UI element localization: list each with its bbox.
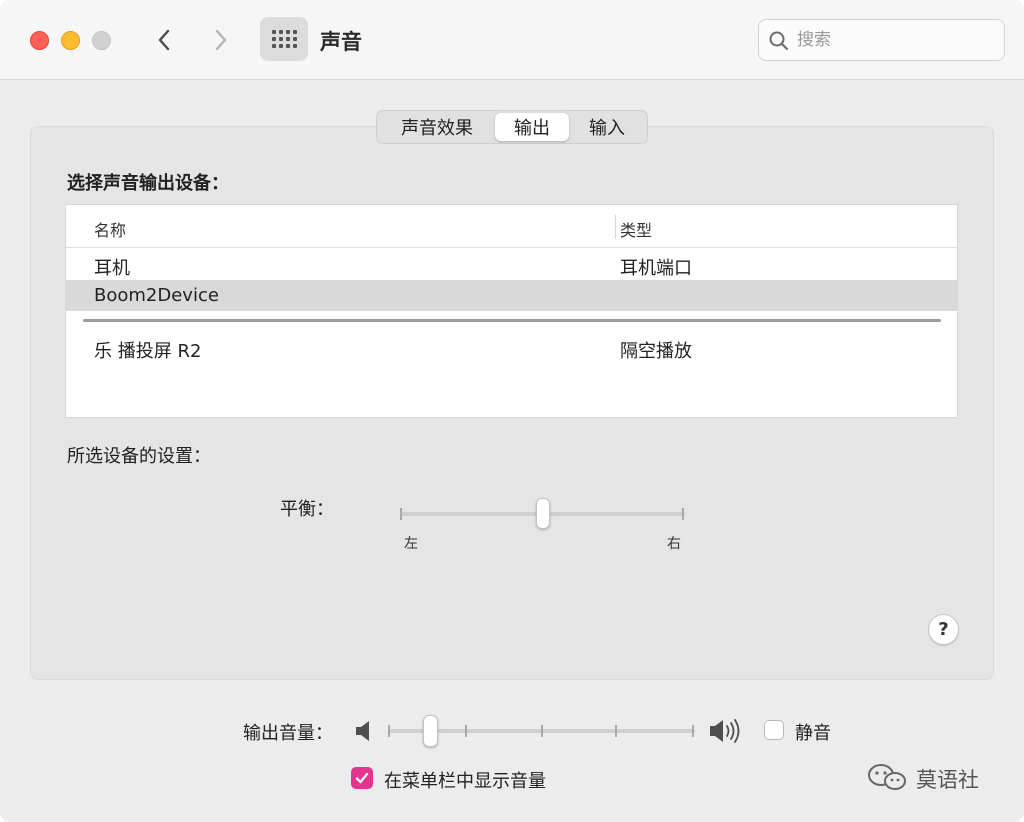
device-type: 耳机端口	[620, 258, 692, 279]
back-button[interactable]	[148, 22, 180, 58]
toolbar: 声音	[0, 0, 1024, 80]
watermark-text: 莫语社	[916, 768, 979, 792]
device-name: Boom2Device	[94, 285, 219, 306]
device-name: 耳机	[94, 258, 130, 279]
select-output-device-label: 选择声音输出设备：	[67, 173, 229, 194]
device-type: 隔空播放	[620, 341, 692, 362]
chevron-left-icon	[158, 29, 170, 51]
search-field[interactable]	[758, 19, 1005, 61]
tab-bar: 声音效果 输出 输入	[376, 110, 648, 144]
checkmark-icon	[355, 772, 369, 784]
output-device-table: 名称 类型 耳机 耳机端口 Boom2Device 乐 播投屏 R2 隔空播放	[65, 204, 958, 418]
balance-tick-right	[682, 508, 684, 520]
output-volume-label: 输出音量：	[243, 723, 333, 744]
show-all-button[interactable]	[260, 17, 308, 61]
window-title: 声音	[320, 30, 362, 54]
close-window-button[interactable]	[30, 31, 49, 50]
tab-sound-effects[interactable]: 声音效果	[379, 113, 495, 141]
column-header-type[interactable]: 类型	[620, 217, 652, 241]
show-volume-in-menu-bar-checkbox[interactable]	[351, 767, 373, 789]
table-row-selected[interactable]: Boom2Device	[66, 280, 957, 311]
volume-tick	[465, 725, 467, 737]
mute-label: 静音	[795, 723, 831, 744]
tab-input[interactable]: 输入	[569, 113, 645, 141]
balance-slider-knob[interactable]	[535, 498, 550, 529]
column-divider[interactable]	[615, 215, 616, 239]
grid-icon	[271, 30, 297, 48]
table-row[interactable]: 乐 播投屏 R2 隔空播放	[66, 332, 957, 363]
minimize-window-button[interactable]	[61, 31, 80, 50]
volume-tick	[615, 725, 617, 737]
chevron-right-icon	[215, 29, 227, 51]
balance-right-label: 右	[667, 536, 681, 552]
balance-tick-left	[400, 508, 402, 520]
search-icon	[769, 31, 789, 51]
forward-button[interactable]	[205, 22, 237, 58]
tab-output[interactable]: 输出	[495, 113, 569, 141]
selected-device-settings-label: 所选设备的设置：	[67, 446, 211, 467]
balance-label: 平衡：	[280, 499, 334, 520]
table-row[interactable]: 耳机 耳机端口	[66, 249, 957, 280]
volume-tick	[388, 725, 390, 737]
sound-preferences-window: 声音 声音效果 输出 输入 选择声音输出设备： 名称 类型 耳机 耳机端口 Bo…	[0, 0, 1024, 822]
column-header-name[interactable]: 名称	[94, 217, 126, 241]
speaker-high-icon	[710, 719, 740, 743]
volume-tick	[692, 725, 694, 737]
balance-left-label: 左	[404, 536, 418, 552]
speaker-low-icon	[356, 721, 369, 741]
table-header: 名称 类型	[66, 205, 957, 248]
help-button[interactable]: ?	[928, 614, 959, 645]
row-separator	[83, 319, 941, 322]
volume-slider-knob[interactable]	[423, 715, 439, 747]
mute-checkbox[interactable]	[764, 720, 784, 740]
show-volume-in-menu-bar-label: 在菜单栏中显示音量	[384, 771, 546, 792]
zoom-window-button[interactable]	[92, 31, 111, 50]
volume-tick	[541, 725, 543, 737]
wechat-icon	[868, 764, 906, 790]
device-name: 乐 播投屏 R2	[94, 341, 202, 362]
search-input[interactable]	[797, 26, 997, 54]
